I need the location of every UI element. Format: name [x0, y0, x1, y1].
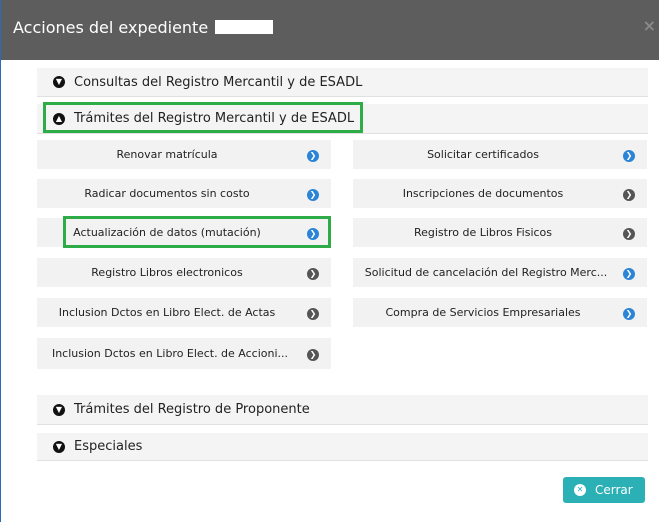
section-especiales[interactable]: ▼ Especiales [37, 433, 648, 461]
dialog-title-text: Acciones del expediente [13, 18, 209, 37]
section-consultas-registro-mercantil[interactable]: ▼ Consultas del Registro Mercantil y de … [37, 68, 648, 97]
actions-dialog: Acciones del expediente × ▼ Consultas de… [0, 0, 659, 522]
section-label: Especiales [74, 439, 143, 454]
action-radicar-documentos-sin-costo[interactable]: Radicar documentos sin costo ❯ [37, 179, 331, 208]
cerrar-label: Cerrar [595, 483, 633, 497]
chevron-right-circle-icon: ❯ [307, 150, 319, 162]
highlight-box-section-tramites [43, 102, 363, 133]
dialog-header: Acciones del expediente × [1, 0, 659, 60]
chevron-down-circle-icon: ▼ [53, 76, 65, 88]
action-label: Registro Libros electronicos [91, 266, 243, 279]
cerrar-button[interactable]: ✕ Cerrar [563, 477, 645, 503]
close-circle-icon: ✕ [574, 484, 586, 496]
action-label: Compra de Servicios Empresariales [385, 306, 581, 319]
close-icon[interactable]: × [643, 16, 656, 35]
chevron-right-circle-icon: ❯ [623, 150, 635, 162]
action-label: Inclusion Dctos en Libro Elect. de Accio… [51, 347, 289, 360]
chevron-right-circle-icon: ❯ [307, 189, 319, 201]
chevron-right-circle-icon: ❯ [623, 189, 635, 201]
action-registro-de-libros-fisicos[interactable]: Registro de Libros Fisicos ❯ [353, 218, 647, 247]
chevron-right-circle-icon: ❯ [623, 228, 635, 240]
action-label: Inclusion Dctos en Libro Elect. de Actas [58, 306, 276, 319]
action-label: Registro de Libros Fisicos [413, 226, 553, 239]
action-inscripciones-de-documentos[interactable]: Inscripciones de documentos ❯ [353, 179, 647, 208]
action-compra-servicios-empresariales[interactable]: Compra de Servicios Empresariales ❯ [353, 298, 647, 327]
dialog-title: Acciones del expediente [13, 18, 274, 37]
section-label: Trámites del Registro de Proponente [74, 402, 310, 417]
action-solicitar-certificados[interactable]: Solicitar certificados ❯ [353, 140, 647, 169]
action-label: Inscripciones de documentos [402, 187, 564, 200]
highlight-box-actualizacion [63, 216, 331, 248]
chevron-right-circle-icon: ❯ [623, 308, 635, 320]
chevron-right-circle-icon: ❯ [307, 308, 319, 320]
chevron-down-circle-icon: ▼ [53, 404, 65, 416]
action-label: Solicitar certificados [427, 148, 539, 161]
chevron-right-circle-icon: ❯ [307, 268, 319, 280]
action-registro-libros-electronicos[interactable]: Registro Libros electronicos ❯ [37, 258, 331, 287]
action-label: Solicitud de cancelación del Registro Me… [364, 266, 608, 279]
section-label: Consultas del Registro Mercantil y de ES… [74, 75, 363, 90]
section-tramites-registro-proponente[interactable]: ▼ Trámites del Registro de Proponente [37, 395, 648, 425]
action-inclusion-dctos-acciones[interactable]: Inclusion Dctos en Libro Elect. de Accio… [37, 338, 331, 369]
action-label: Radicar documentos sin costo [84, 187, 250, 200]
action-inclusion-dctos-actas[interactable]: Inclusion Dctos en Libro Elect. de Actas… [37, 298, 331, 327]
redacted-expediente-id [215, 20, 274, 34]
chevron-right-circle-icon: ❯ [623, 268, 635, 280]
chevron-right-circle-icon: ❯ [307, 349, 319, 361]
chevron-down-circle-icon: ▼ [53, 441, 65, 453]
action-renovar-matricula[interactable]: Renovar matrícula ❯ [37, 140, 331, 169]
action-solicitud-de-cancelacion[interactable]: Solicitud de cancelación del Registro Me… [353, 258, 647, 287]
action-label: Renovar matrícula [116, 148, 218, 161]
